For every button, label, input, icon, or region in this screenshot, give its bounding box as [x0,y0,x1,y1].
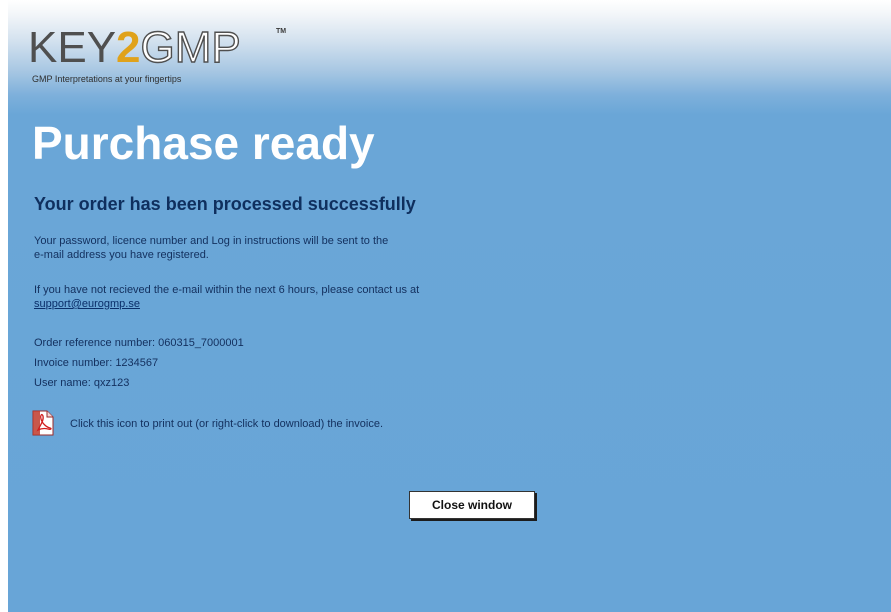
purchase-ready-window: KEY2GMP TM GMP Interpretations at your f… [0,0,891,612]
invoice-number: Invoice number: 1234567 [34,357,159,369]
order-reference: Order reference number: 060315_7000001 [34,337,244,349]
user-name: User name: qxz123 [34,377,130,389]
logo-trademark: TM [276,28,287,35]
key2gmp-logo: KEY2GMP TM GMP Interpretations at your f… [28,23,328,96]
pdf-document-icon[interactable] [32,410,54,436]
logo-key-text: KEY [28,23,117,72]
support-email-link[interactable]: support@eurogmp.se [34,298,140,310]
info-text-line-2: e-mail address you have registered. [34,249,209,261]
support-email-container: support@eurogmp.se [34,297,140,311]
contact-text: If you have not recieved the e-mail with… [34,284,420,296]
info-text-line-1: Your password, licence number and Log in… [34,235,389,247]
logo-gmp-text: GMP [140,23,242,72]
logo-wordmark: KEY2GMP [28,23,242,72]
page-title: Purchase ready [32,117,375,169]
pdf-instruction-text: Click this icon to print out (or right-c… [70,418,384,430]
logo-two-text: 2 [116,23,141,72]
close-window-button[interactable]: Close window [409,491,535,519]
content-panel: KEY2GMP TM GMP Interpretations at your f… [8,0,891,612]
logo-tagline: GMP Interpretations at your fingertips [32,74,182,84]
success-heading: Your order has been processed successful… [34,194,416,214]
